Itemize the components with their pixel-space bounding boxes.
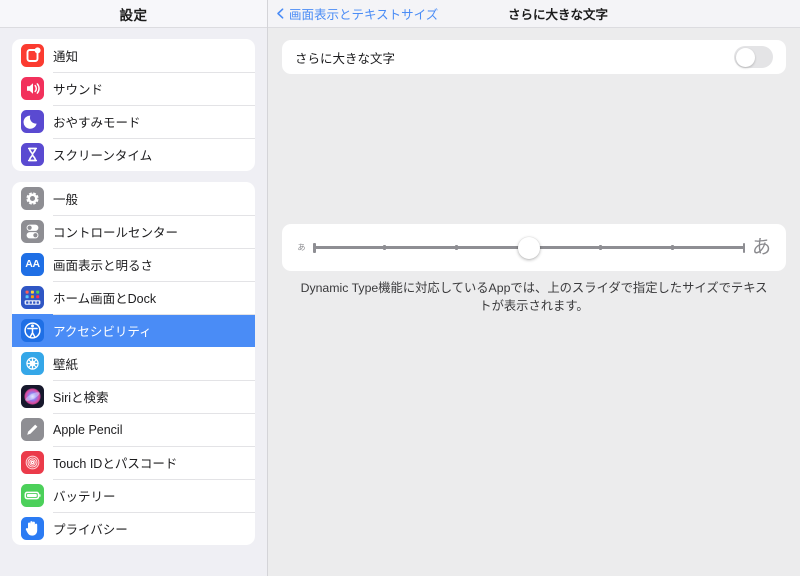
sidebar-header: 設定 (0, 0, 267, 28)
sidebar-item-wallpaper[interactable]: 壁紙 (12, 347, 255, 380)
larger-text-toggle-card: さらに大きな文字 (282, 40, 786, 74)
display-brightness-icon: AA (21, 253, 44, 276)
sidebar-item-label: アクセシビリティ (53, 325, 152, 339)
sidebar-item-label: スクリーンタイム (53, 149, 153, 163)
slider-thumb[interactable] (518, 236, 540, 259)
larger-text-label: さらに大きな文字 (295, 51, 396, 66)
sidebar-item-general[interactable]: 一般 (12, 182, 255, 215)
gear-icon (21, 187, 44, 210)
settings-sidebar: 設定 通知 サウンド おやすみモード スクリーンタイム 一般 コントロールセンタ… (0, 0, 268, 576)
sidebar-group-1: 通知 サウンド おやすみモード スクリーンタイム (12, 39, 255, 171)
slider-footnote: Dynamic Type機能に対応しているAppでは、上のスライダで指定したサイ… (300, 281, 768, 313)
sidebar-item-siri-search[interactable]: Siriと検索 (12, 380, 255, 413)
sidebar-item-label: サウンド (53, 83, 104, 97)
screen-time-icon (21, 143, 44, 166)
do-not-disturb-icon (21, 110, 44, 133)
sidebar-item-label: 通知 (53, 50, 79, 64)
sidebar-item-screen-time[interactable]: スクリーンタイム (12, 138, 255, 171)
detail-pane: 画面表示とテキストサイズ さらに大きな文字 さらに大きな文字 あ あ Dynam… (268, 0, 800, 576)
notifications-icon (21, 44, 44, 67)
slider-max-label: あ (751, 237, 771, 258)
back-button[interactable]: 画面表示とテキストサイズ (275, 4, 438, 23)
navigation-bar: 画面表示とテキストサイズ さらに大きな文字 (268, 0, 800, 28)
sidebar-item-display-brightness[interactable]: AA 画面表示と明るさ (12, 248, 255, 281)
text-size-slider-card: あ あ (282, 224, 786, 271)
sidebar-item-home-screen-dock[interactable]: ホーム画面とDock (12, 281, 255, 314)
sidebar-scroll-area[interactable]: 通知 サウンド おやすみモード スクリーンタイム 一般 コントロールセンター A… (0, 39, 267, 545)
wallpaper-icon (21, 352, 44, 375)
sidebar-group-2: 一般 コントロールセンター AA 画面表示と明るさ ホーム画面とDock アクセ… (12, 182, 255, 545)
back-button-label: 画面表示とテキストサイズ (289, 8, 439, 22)
settings-window: 設定 通知 サウンド おやすみモード スクリーンタイム 一般 コントロールセンタ… (0, 0, 800, 576)
larger-text-switch[interactable] (734, 46, 773, 68)
larger-text-row[interactable]: さらに大きな文字 (282, 40, 786, 74)
accessibility-icon (21, 319, 44, 342)
battery-icon (21, 484, 44, 507)
switch-knob (735, 47, 755, 67)
sidebar-item-sounds[interactable]: サウンド (12, 72, 255, 105)
sidebar-item-apple-pencil[interactable]: Apple Pencil (12, 413, 255, 446)
slider-endcap-left (313, 242, 316, 253)
privacy-icon (21, 517, 44, 540)
sidebar-item-label: Apple Pencil (53, 422, 123, 437)
text-size-slider[interactable] (313, 236, 745, 260)
detail-content: さらに大きな文字 あ あ Dynamic Type機能に対応しているAppでは、… (268, 40, 800, 316)
sidebar-item-label: 壁紙 (53, 358, 79, 372)
sidebar-item-label: プライバシー (53, 523, 128, 537)
sidebar-item-label: おやすみモード (53, 116, 141, 130)
home-screen-dock-icon (21, 286, 44, 309)
sidebar-item-label: 一般 (53, 193, 79, 207)
sidebar-item-label: Siriと検索 (53, 391, 109, 405)
touch-id-icon (21, 451, 44, 474)
sound-icon (21, 77, 44, 100)
sidebar-item-battery[interactable]: バッテリー (12, 479, 255, 512)
aa-glyph: AA (25, 258, 40, 271)
sidebar-item-do-not-disturb[interactable]: おやすみモード (12, 105, 255, 138)
sidebar-item-label: 画面表示と明るさ (53, 259, 154, 273)
chevron-left-icon (277, 8, 284, 19)
sidebar-item-notifications[interactable]: 通知 (12, 39, 255, 72)
sidebar-item-label: バッテリー (53, 490, 116, 504)
sidebar-item-label: ホーム画面とDock (53, 292, 157, 306)
slider-min-label: あ (297, 243, 306, 252)
sidebar-item-touch-id-passcode[interactable]: Touch IDとパスコード (12, 446, 255, 479)
control-center-icon (21, 220, 44, 243)
apple-pencil-icon (21, 418, 44, 441)
page-title: 設定 (119, 7, 148, 23)
sidebar-item-privacy[interactable]: プライバシー (12, 512, 255, 545)
sidebar-item-label: コントロールセンター (53, 226, 179, 240)
slider-endcap-right (742, 242, 745, 253)
sidebar-item-accessibility[interactable]: アクセシビリティ (12, 314, 255, 347)
siri-search-icon (21, 385, 44, 408)
sidebar-item-label: Touch IDとパスコード (53, 457, 178, 471)
sidebar-item-control-center[interactable]: コントロールセンター (12, 215, 255, 248)
